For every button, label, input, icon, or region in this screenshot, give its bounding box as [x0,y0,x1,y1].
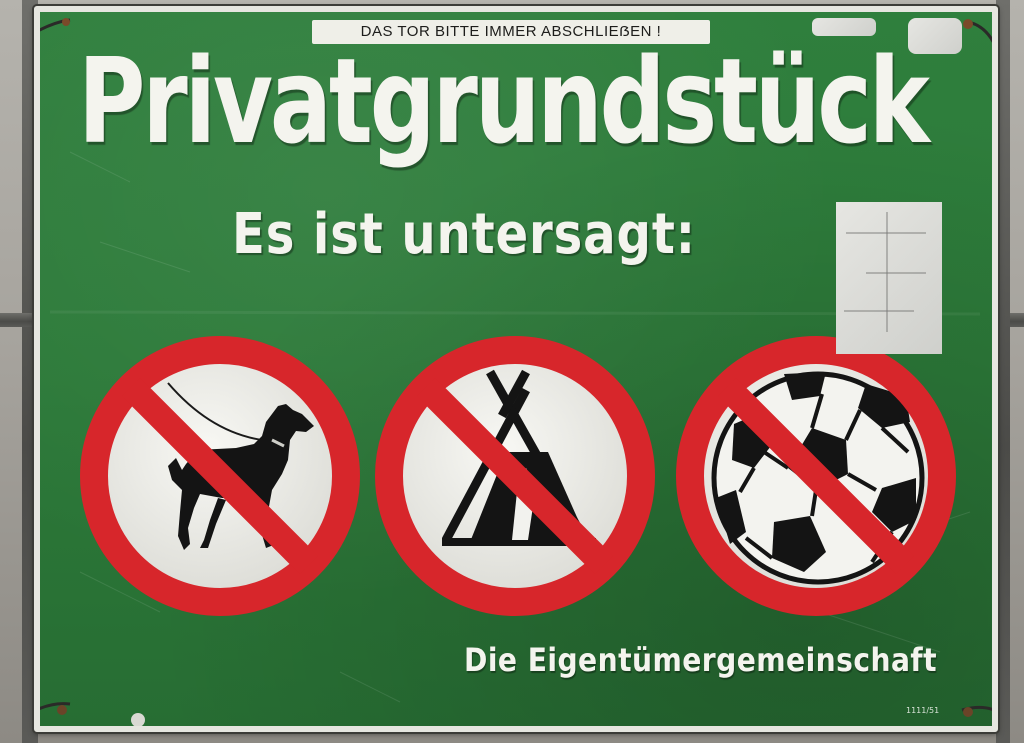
headline-private-property: Privatgrundstück [78,32,930,170]
serial-number: 1111/51 [906,706,940,715]
prohibition-dog [80,336,360,616]
prohibition-ball [676,336,956,616]
paint-chip-corner [908,18,962,54]
photo-scene: DAS TOR BITTE IMMER ABSCHLIEẞEN ! Privat… [0,0,1024,743]
subheadline-forbidden: Es ist untersagt: [232,202,696,267]
footer-owners-association: Die Eigentümergemeinschaft [464,641,938,679]
private-property-sign: DAS TOR BITTE IMMER ABSCHLIEẞEN ! Privat… [34,6,998,732]
weathered-sticker-patch [836,202,942,354]
fence-post-right [996,0,1010,743]
paint-chip-top-right [812,18,876,36]
prohibition-tent [375,336,655,616]
